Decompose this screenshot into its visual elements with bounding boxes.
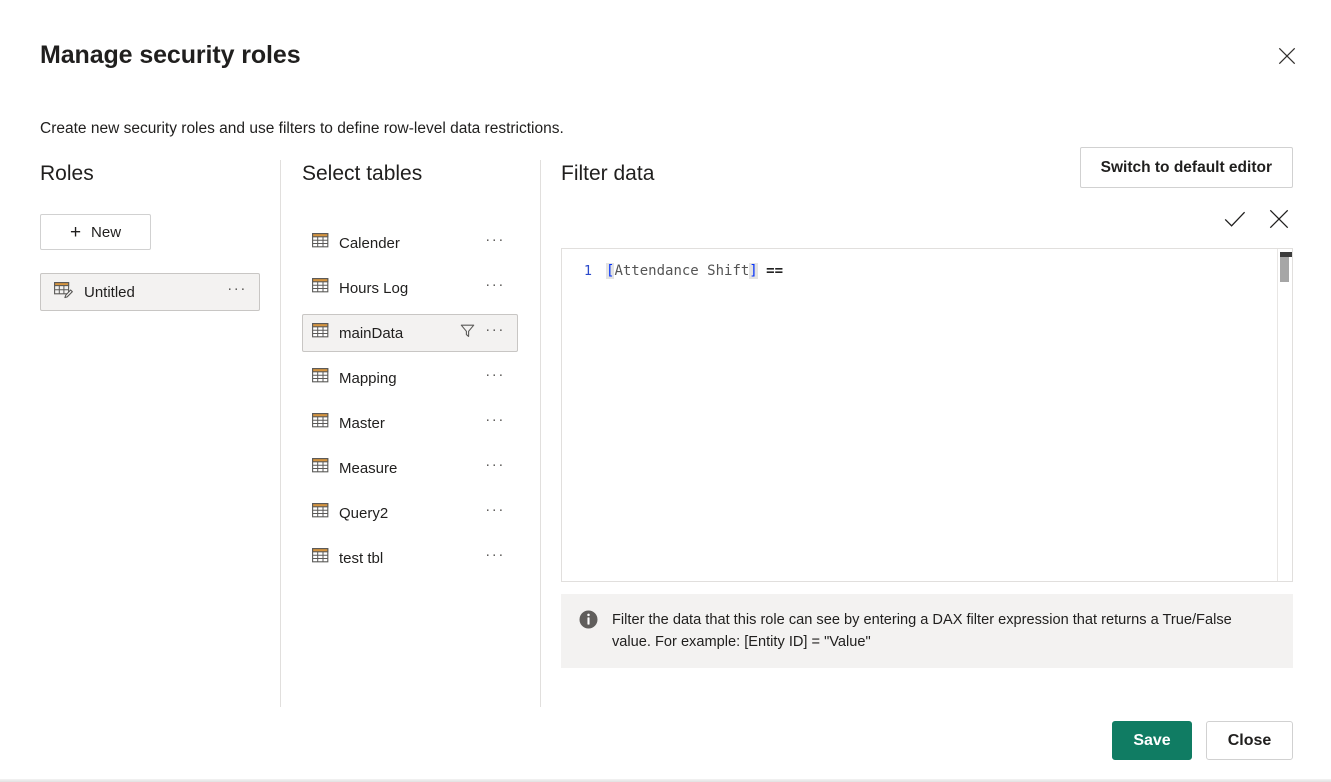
- save-button[interactable]: Save: [1112, 721, 1192, 760]
- code-identifier: Attendance Shift: [614, 263, 750, 279]
- table-icon: [312, 278, 329, 298]
- role-item-label: Untitled: [84, 283, 135, 301]
- filter-info-text: Filter the data that this role can see b…: [612, 612, 1232, 650]
- role-item-overflow-button[interactable]: ···: [227, 281, 247, 299]
- table-item-overflow-button[interactable]: ···: [485, 547, 505, 565]
- new-role-button[interactable]: + New: [40, 214, 151, 250]
- table-icon: [312, 548, 329, 568]
- table-item-overflow-button[interactable]: ···: [485, 412, 505, 430]
- code-close-bracket: ]: [749, 263, 758, 279]
- close-icon: [1269, 209, 1289, 234]
- checkmark-icon: [1224, 210, 1246, 233]
- table-item-label: Mapping: [339, 369, 397, 387]
- editor-action-buttons: [1221, 207, 1293, 235]
- filter-info-bar: Filter the data that this role can see b…: [561, 594, 1293, 668]
- accept-filter-button[interactable]: [1221, 207, 1249, 235]
- table-list-item-mapping[interactable]: Mapping ···: [302, 359, 518, 397]
- table-item-label: Hours Log: [339, 279, 409, 297]
- columns-container: Roles + New Untitled ··· Select tables C…: [0, 147, 1331, 708]
- info-icon: [579, 610, 598, 634]
- close-button[interactable]: Close: [1206, 721, 1293, 760]
- table-item-label: Query2: [339, 504, 389, 522]
- code-line-1: 1 [Attendance Shift] ==: [562, 249, 1292, 281]
- filter-data-column: Filter data Switch to default editor 1 […: [561, 147, 1293, 668]
- page-title: Manage security roles: [40, 41, 301, 69]
- table-item-overflow-button[interactable]: ···: [485, 502, 505, 520]
- table-list: Calender ··· Hours Log ··· mainData ··· …: [302, 224, 522, 577]
- table-item-overflow-button[interactable]: ···: [485, 457, 505, 475]
- manage-security-roles-dialog: Manage security roles Create new securit…: [0, 0, 1331, 782]
- table-list-item-calender[interactable]: Calender ···: [302, 224, 518, 262]
- table-item-overflow-button[interactable]: ···: [485, 322, 505, 340]
- table-item-label: Calender: [339, 234, 400, 252]
- table-list-item-hours-log[interactable]: Hours Log ···: [302, 269, 518, 307]
- table-item-label: mainData: [339, 324, 404, 342]
- tables-heading: Select tables: [302, 162, 423, 185]
- table-list-item-measure[interactable]: Measure ···: [302, 449, 518, 487]
- table-icon: [312, 368, 329, 388]
- table-list-item-master[interactable]: Master ···: [302, 404, 518, 442]
- tables-column: Select tables Calender ··· Hours Log ···…: [302, 160, 522, 584]
- code-content[interactable]: [Attendance Shift] ==: [606, 262, 783, 281]
- table-item-label: test tbl: [339, 549, 384, 567]
- table-edit-icon: [54, 281, 73, 304]
- table-item-overflow-button[interactable]: ···: [485, 277, 505, 295]
- table-item-label: Measure: [339, 459, 398, 477]
- table-list-item-maindata[interactable]: mainData ···: [302, 314, 518, 352]
- close-icon: [1278, 47, 1296, 65]
- roles-heading: Roles: [40, 162, 94, 185]
- filter-icon[interactable]: [460, 323, 475, 343]
- table-list-item-test-tbl[interactable]: test tbl ···: [302, 539, 518, 577]
- new-role-label: New: [91, 223, 122, 241]
- dialog-close-button[interactable]: [1269, 38, 1305, 74]
- switch-to-default-editor-button[interactable]: Switch to default editor: [1079, 147, 1293, 188]
- table-icon: [312, 323, 329, 343]
- editor-scrollbar[interactable]: [1277, 249, 1292, 581]
- table-icon: [312, 458, 329, 478]
- divider-roles-tables: [280, 160, 281, 707]
- role-list-item-untitled[interactable]: Untitled ···: [40, 273, 260, 311]
- table-item-label: Master: [339, 414, 385, 432]
- cancel-filter-button[interactable]: [1265, 207, 1293, 235]
- table-icon: [312, 413, 329, 433]
- divider-tables-filter: [540, 160, 541, 707]
- plus-icon: +: [69, 221, 82, 243]
- dialog-footer: Save Close: [1112, 721, 1293, 760]
- dialog-subtitle: Create new security roles and use filter…: [40, 120, 564, 137]
- table-item-overflow-button[interactable]: ···: [485, 232, 505, 250]
- table-list-item-query2[interactable]: Query2 ···: [302, 494, 518, 532]
- dax-filter-editor[interactable]: 1 [Attendance Shift] ==: [561, 248, 1293, 582]
- scrollbar-thumb[interactable]: [1280, 257, 1289, 282]
- roles-column: Roles + New Untitled ···: [40, 160, 260, 311]
- table-item-overflow-button[interactable]: ···: [485, 367, 505, 385]
- line-number: 1: [583, 263, 592, 279]
- table-icon: [312, 503, 329, 523]
- table-icon: [312, 233, 329, 253]
- filter-header-row: Filter data Switch to default editor: [561, 147, 1293, 198]
- code-operator: ==: [757, 263, 784, 279]
